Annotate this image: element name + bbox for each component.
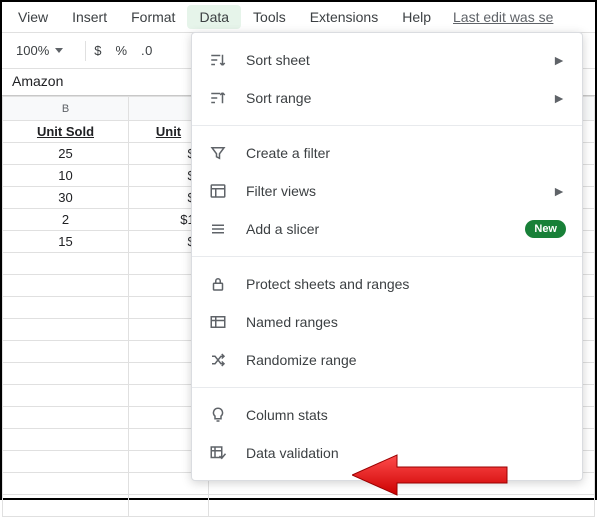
cell[interactable]: 10 <box>3 165 129 187</box>
menu-filter-views[interactable]: Filter views ► <box>192 172 582 210</box>
menu-divider <box>192 125 582 126</box>
menu-tools[interactable]: Tools <box>241 5 298 29</box>
submenu-arrow-icon: ► <box>552 90 566 106</box>
menu-view[interactable]: View <box>6 5 60 29</box>
sort-sheet-icon <box>208 50 228 70</box>
lightbulb-icon <box>208 405 228 425</box>
cell[interactable] <box>3 363 129 385</box>
menu-protect-sheets[interactable]: Protect sheets and ranges <box>192 265 582 303</box>
cell[interactable] <box>3 385 129 407</box>
menu-sort-range[interactable]: Sort range ► <box>192 79 582 117</box>
cell[interactable] <box>3 495 129 517</box>
menu-label: Randomize range <box>246 352 566 368</box>
shuffle-icon <box>208 350 228 370</box>
caret-down-icon <box>55 48 63 53</box>
menu-insert[interactable]: Insert <box>60 5 119 29</box>
cell[interactable] <box>3 341 129 363</box>
menu-extensions[interactable]: Extensions <box>298 5 390 29</box>
last-edit-link[interactable]: Last edit was se <box>453 9 553 25</box>
cell[interactable] <box>3 429 129 451</box>
lock-icon <box>208 274 228 294</box>
menu-divider <box>192 387 582 388</box>
column-header-b[interactable]: B <box>3 97 129 121</box>
format-currency-button[interactable]: $ <box>94 43 101 58</box>
cell[interactable] <box>129 495 209 517</box>
cell[interactable] <box>3 451 129 473</box>
cell[interactable]: Unit Sold <box>3 121 129 143</box>
filter-icon <box>208 143 228 163</box>
named-ranges-icon <box>208 312 228 332</box>
menu-format[interactable]: Format <box>119 5 187 29</box>
menu-label: Filter views <box>246 183 566 199</box>
cell[interactable] <box>3 319 129 341</box>
menu-add-slicer[interactable]: Add a slicer New <box>192 210 582 248</box>
cell[interactable]: 25 <box>3 143 129 165</box>
menu-divider <box>192 256 582 257</box>
menu-help[interactable]: Help <box>390 5 443 29</box>
data-menu-dropdown: Sort sheet ► Sort range ► Create a filte… <box>191 32 583 481</box>
menubar: View Insert Format Data Tools Extensions… <box>2 2 595 32</box>
zoom-select[interactable]: 100% <box>16 43 63 58</box>
menu-column-stats[interactable]: Column stats <box>192 396 582 434</box>
new-badge: New <box>525 220 566 238</box>
menu-label: Protect sheets and ranges <box>246 276 566 292</box>
menu-label: Add a slicer <box>246 221 566 237</box>
decrease-decimal-button[interactable]: .0 <box>141 43 157 58</box>
menu-create-filter[interactable]: Create a filter <box>192 134 582 172</box>
menu-label: Sort range <box>246 90 566 106</box>
cell[interactable]: 30 <box>3 187 129 209</box>
menu-data-validation[interactable]: Data validation <box>192 434 582 472</box>
filter-views-icon <box>208 181 228 201</box>
cell[interactable]: 2 <box>3 209 129 231</box>
format-percent-button[interactable]: % <box>115 43 127 58</box>
submenu-arrow-icon: ► <box>552 183 566 199</box>
cell[interactable] <box>3 473 129 495</box>
menu-label: Column stats <box>246 407 566 423</box>
data-validation-icon <box>208 443 228 463</box>
slicer-icon <box>208 219 228 239</box>
menu-data[interactable]: Data <box>187 5 241 29</box>
cell[interactable] <box>209 495 595 517</box>
menu-label: Create a filter <box>246 145 566 161</box>
menu-named-ranges[interactable]: Named ranges <box>192 303 582 341</box>
cell[interactable]: 15 <box>3 231 129 253</box>
separator <box>85 41 86 61</box>
menu-label: Data validation <box>246 445 566 461</box>
submenu-arrow-icon: ► <box>552 52 566 68</box>
zoom-value: 100% <box>16 43 49 58</box>
sort-range-icon <box>208 88 228 108</box>
menu-sort-sheet[interactable]: Sort sheet ► <box>192 41 582 79</box>
menu-label: Named ranges <box>246 314 566 330</box>
cell[interactable] <box>3 275 129 297</box>
cell[interactable] <box>3 297 129 319</box>
menu-randomize-range[interactable]: Randomize range <box>192 341 582 379</box>
cell[interactable] <box>3 253 129 275</box>
menu-label: Sort sheet <box>246 52 566 68</box>
cell[interactable] <box>3 407 129 429</box>
